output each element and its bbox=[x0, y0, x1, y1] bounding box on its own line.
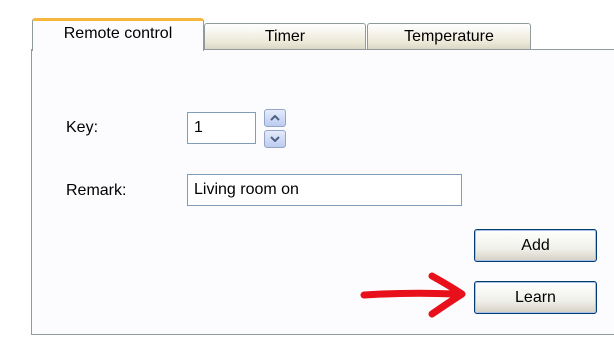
key-decrement-button[interactable] bbox=[264, 130, 286, 148]
add-button[interactable]: Add bbox=[474, 229, 597, 262]
arrow-up-icon bbox=[270, 115, 280, 121]
key-increment-button[interactable] bbox=[264, 109, 286, 127]
arrow-down-icon bbox=[270, 136, 280, 142]
remark-label: Remark: bbox=[66, 182, 127, 199]
red-arrow-annotation-icon bbox=[360, 272, 466, 318]
learn-button[interactable]: Learn bbox=[474, 281, 597, 314]
key-input[interactable] bbox=[187, 112, 256, 144]
tab-temperature[interactable]: Temperature bbox=[367, 23, 531, 50]
remark-input[interactable] bbox=[187, 174, 462, 206]
tab-remote-control[interactable]: Remote control bbox=[32, 18, 204, 53]
key-label: Key: bbox=[66, 119, 99, 136]
tab-timer[interactable]: Timer bbox=[204, 23, 366, 50]
